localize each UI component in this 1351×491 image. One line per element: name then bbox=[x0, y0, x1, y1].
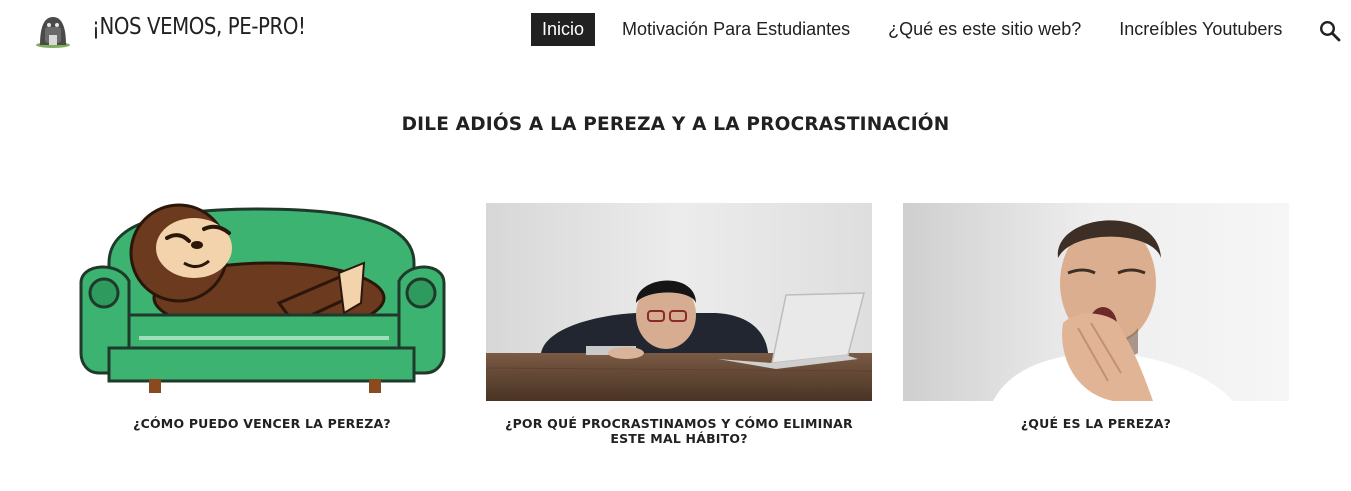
nav-item-inicio[interactable]: Inicio bbox=[531, 13, 596, 46]
sloth-on-sofa-image[interactable] bbox=[69, 203, 455, 401]
card-caption[interactable]: ¿QUÉ ES LA PEREZA? bbox=[903, 416, 1289, 431]
site-header: ¡NOS VEMOS, PE-PRO! Inicio Motivación Pa… bbox=[0, 0, 1351, 60]
article-card-procrastinamos[interactable]: ¿POR QUÉ PROCRASTINAMOS Y CÓMO ELIMINAR … bbox=[486, 203, 872, 446]
main-nav: Inicio Motivación Para Estudiantes ¿Qué … bbox=[531, 13, 1293, 46]
nav-item-que-es-sitio[interactable]: ¿Qué es este sitio web? bbox=[877, 13, 1092, 46]
card-caption-link[interactable]: ¿CÓMO PUEDO VENCER LA PEREZA? bbox=[133, 416, 391, 431]
man-at-desk-image[interactable] bbox=[486, 203, 872, 401]
section-heading: DILE ADIÓS A LA PEREZA Y A LA PROCRASTIN… bbox=[401, 114, 950, 135]
article-card-vencer-pereza[interactable]: ¿CÓMO PUEDO VENCER LA PEREZA? bbox=[69, 203, 455, 431]
card-caption-link[interactable]: ¿POR QUÉ PROCRASTINAMOS Y CÓMO ELIMINAR … bbox=[505, 416, 853, 446]
man-yawning-image[interactable] bbox=[903, 203, 1289, 401]
card-caption[interactable]: ¿POR QUÉ PROCRASTINAMOS Y CÓMO ELIMINAR … bbox=[486, 416, 872, 446]
nav-item-youtubers[interactable]: Increíbles Youtubers bbox=[1108, 13, 1293, 46]
search-icon[interactable] bbox=[1318, 19, 1342, 43]
sloth-logo-icon[interactable] bbox=[34, 11, 72, 49]
card-caption[interactable]: ¿CÓMO PUEDO VENCER LA PEREZA? bbox=[69, 416, 455, 431]
site-title[interactable]: ¡NOS VEMOS, PE-PRO! bbox=[92, 14, 306, 40]
nav-item-motivacion[interactable]: Motivación Para Estudiantes bbox=[611, 13, 861, 46]
article-card-que-es-pereza[interactable]: ¿QUÉ ES LA PEREZA? bbox=[903, 203, 1289, 431]
card-caption-link[interactable]: ¿QUÉ ES LA PEREZA? bbox=[1021, 416, 1171, 431]
